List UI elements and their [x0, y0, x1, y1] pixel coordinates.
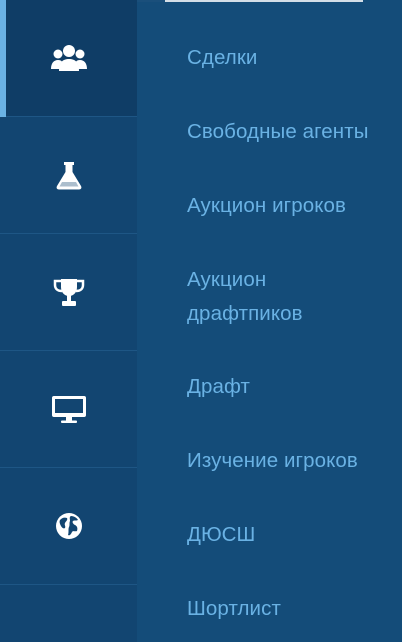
menu-item-deals[interactable]: Сделки	[187, 41, 257, 75]
top-highlight-line	[165, 0, 363, 2]
menu-item-player-scouting[interactable]: Изучение игроков	[187, 444, 358, 478]
monitor-icon	[51, 394, 87, 424]
menu-item-youth-school[interactable]: ДЮСШ	[187, 518, 255, 552]
trophy-icon	[53, 277, 85, 307]
rail-tab-screen[interactable]	[0, 351, 137, 468]
users-icon	[50, 43, 88, 73]
rail-tab-trophies[interactable]	[0, 234, 137, 351]
menu-item-player-auction[interactable]: Аукцион игроков	[187, 189, 346, 223]
rail-tab-lab[interactable]	[0, 117, 137, 234]
rail-tab-world[interactable]	[0, 468, 137, 585]
active-tab-indicator	[0, 0, 6, 117]
menu-item-draft-pick-auction[interactable]: Аукцион драфтпиков	[187, 263, 303, 331]
menu-item-label-line2: драфтпиков	[187, 302, 303, 325]
menu-item-free-agents[interactable]: Свободные агенты	[187, 115, 369, 149]
flask-icon	[55, 160, 83, 190]
top-divider	[137, 0, 165, 2]
sidebar-rail	[0, 0, 137, 642]
menu-item-label-line1: Аукцион	[187, 268, 267, 291]
menu-item-shortlist[interactable]: Шортлист	[187, 592, 281, 626]
rail-tab-team[interactable]	[0, 0, 137, 117]
menu-item-draft[interactable]: Драфт	[187, 370, 250, 404]
globe-icon	[54, 511, 84, 541]
